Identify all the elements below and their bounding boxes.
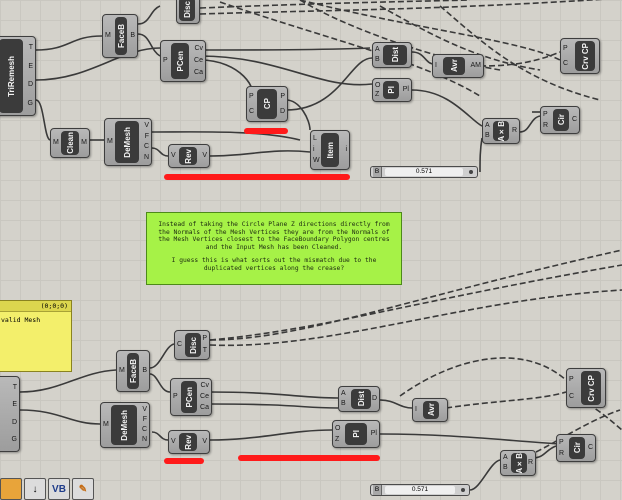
vb-script-button[interactable]: VB [48,478,70,500]
disc-component[interactable]: C Disc PT [174,330,210,360]
faceb-component[interactable]: M FaceB B [116,350,150,392]
red-highlight [164,174,350,180]
clean-component[interactable]: M Clean M [50,128,90,158]
avr-component[interactable]: I Avr AM [432,54,484,78]
dist-component[interactable]: AB Dist [372,42,412,68]
crv-cp-component[interactable]: PC Crv CP [566,368,606,408]
output-ports: TEDG [27,44,33,107]
red-highlight [238,455,380,461]
panel-header: (0;0;0) [0,301,71,312]
demesh-component[interactable]: M DeMesh VFCN [100,402,150,448]
red-highlight [164,458,204,464]
cp-component[interactable]: PC CP PD [246,86,288,122]
reverse-component[interactable]: V Rev V [168,144,210,168]
demesh-component[interactable]: M DeMesh VFCN [104,118,152,166]
panel-text: valid Mesh [1,316,41,324]
reverse-component[interactable]: V Rev V [168,430,210,454]
note-paragraph: Instead of taking the Circle Plane Z dir… [158,221,390,251]
grasshopper-canvas[interactable]: TriRemesh TEDG M FaceB B Disc P PCen Cv C… [0,0,622,500]
number-slider[interactable]: B 0.571 [370,166,478,178]
note-paragraph: I guess this is what sorts out the misma… [171,257,377,272]
circle-component[interactable]: PR Cir C [540,106,580,134]
multiply-component[interactable]: AB A×B R [482,118,520,144]
pen-icon[interactable]: ✎ [72,478,94,500]
text-panel[interactable]: (0;0;0) valid Mesh [0,300,72,372]
red-highlight [244,128,288,134]
multiply-component[interactable]: AB A×B R [500,450,536,476]
pcen-component[interactable]: P PCen Cv Ce Ca [160,40,206,82]
number-slider[interactable]: B 0.571 [370,484,470,496]
circle-component[interactable]: PR Cir C [556,434,596,462]
faceb-component[interactable]: M FaceB B [102,14,138,58]
list-item-component[interactable]: LiW Item i [310,130,350,170]
plane-component[interactable]: OZ Pl Pl [372,78,412,102]
dist-component[interactable]: AB Dist D [338,386,380,412]
disc-component[interactable]: Disc [176,0,200,24]
plane-component[interactable]: OZ Pl Pl [332,420,380,448]
component-title: TriRemesh [6,55,16,97]
trimesh-component[interactable]: TriRemesh TEDG [0,36,36,116]
download-icon[interactable]: ↓ [24,478,46,500]
widget-button[interactable] [0,478,22,500]
pcen-component[interactable]: P PCen Cv Ce Ca [170,378,212,416]
scribble-note[interactable]: Instead of taking the Circle Plane Z dir… [146,212,402,285]
crv-cp-component[interactable]: PC Crv CP [560,38,600,74]
bottom-toolbar: ↓ VB ✎ [0,478,94,500]
trimesh-component[interactable]: TEDG [0,376,20,452]
avr-component[interactable]: I Avr [412,398,448,422]
